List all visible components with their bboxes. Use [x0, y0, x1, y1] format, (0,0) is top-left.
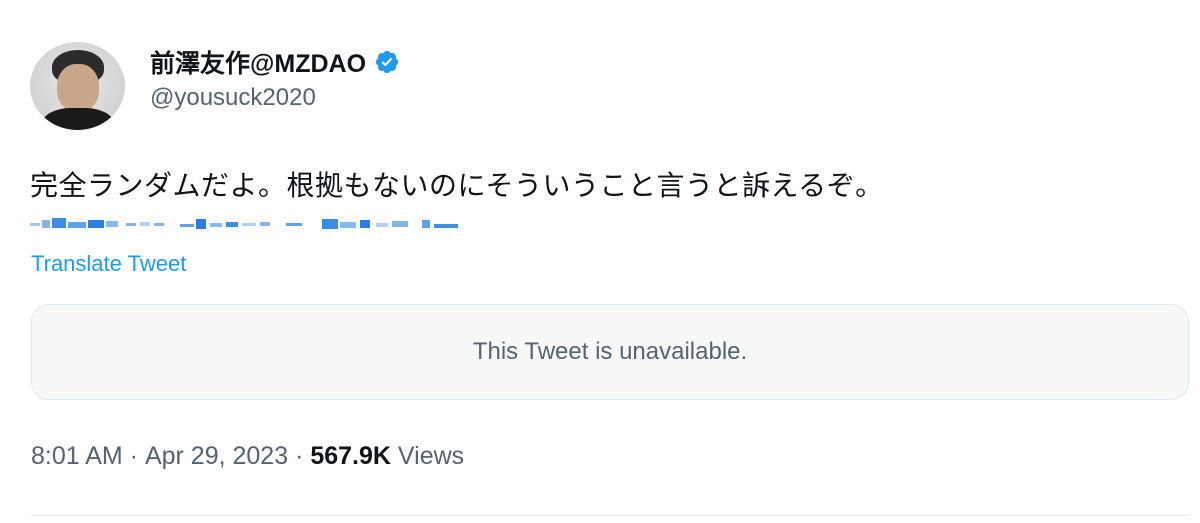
avatar-face: [57, 64, 99, 112]
tweet-date[interactable]: Apr 29, 2023: [145, 442, 288, 471]
verified-badge-icon: [375, 50, 399, 74]
display-name[interactable]: 前澤友作@MZDAO: [150, 44, 366, 80]
avatar-body: [42, 108, 114, 130]
unavailable-message: This Tweet is unavailable.: [472, 338, 748, 365]
tweet-time[interactable]: 8:01 AM: [31, 442, 123, 471]
translate-tweet-link[interactable]: Translate Tweet: [31, 251, 186, 277]
tweet-text: 完全ランダムだよ。根拠もないのにそういうこと言うと訴えるぞ。: [30, 170, 884, 201]
quoted-tweet-card[interactable]: This Tweet is unavailable.: [31, 304, 1189, 400]
meta-separator: ·: [122, 442, 145, 470]
pixelated-link: [30, 218, 458, 229]
tweet-meta: 8:01 AM · Apr 29, 2023 · 567.9K Views: [31, 442, 464, 471]
avatar[interactable]: [30, 42, 125, 130]
views-space: [391, 442, 398, 471]
divider: [31, 515, 1189, 516]
views-label[interactable]: Views: [398, 442, 464, 471]
user-handle[interactable]: @yousuck2020: [150, 84, 316, 112]
meta-separator: ·: [288, 442, 311, 470]
views-count[interactable]: 567.9K: [310, 442, 391, 471]
author-name-row[interactable]: 前澤友作@MZDAO: [150, 44, 400, 80]
tweet-detail: 前澤友作@MZDAO @yousuck2020 完全ランダムだよ。根拠もないのに…: [0, 0, 1200, 523]
